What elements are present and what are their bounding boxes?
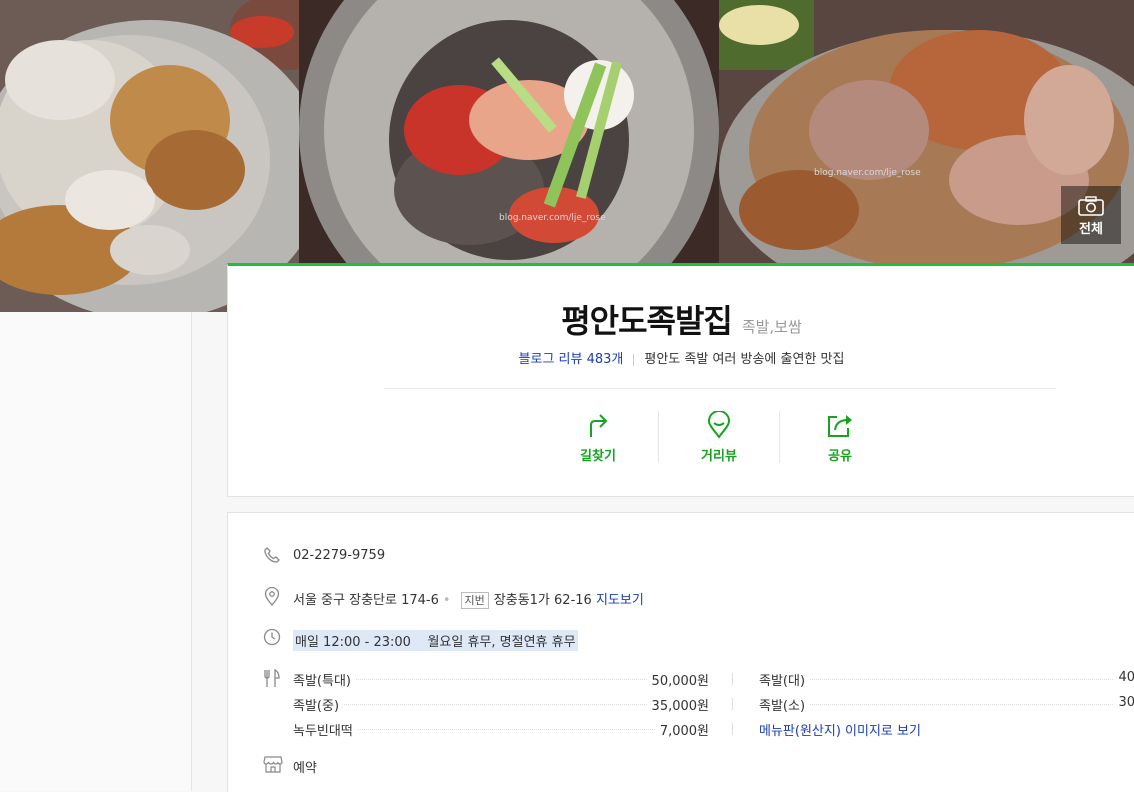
directions-label: 길찾기: [580, 449, 616, 464]
jibun-badge: 지번: [460, 592, 489, 609]
menu-item-price: 7,000원: [655, 720, 709, 739]
price-leader: [759, 704, 1134, 705]
menu-item-name: 족발(대): [759, 670, 810, 689]
dot-separator: •: [442, 593, 451, 608]
blog-review-link[interactable]: 블로그 리뷰 483개: [519, 352, 624, 367]
divider: [732, 673, 733, 685]
place-subtitle-row: 블로그 리뷰 483개 평안도 족발 여러 방송에 출연한 맛집: [228, 348, 1134, 367]
place-name: 평안도족발집: [561, 302, 733, 340]
clock-icon: [263, 628, 281, 646]
street-view-icon: [707, 411, 731, 439]
camera-icon: [1078, 196, 1104, 216]
photo-watermark: blog.naver.com/lje_rose: [814, 168, 921, 178]
blog-review-count: 483개: [586, 352, 624, 367]
location-pin-icon: [264, 587, 280, 607]
menu-item-name: 족발(중): [293, 695, 344, 714]
menu-item: 족발(소) 30: [759, 695, 1134, 714]
reservation-label[interactable]: 예약: [293, 757, 317, 776]
photo-watermark: blog.naver.com/lje_rose: [499, 213, 606, 223]
place-description: 평안도 족발 여러 방송에 출연한 맛집: [644, 352, 845, 367]
menu-utensils-icon: [264, 669, 280, 687]
photo-gallery: blog.naver.com/lje_rose blog.naver.com/l…: [0, 0, 1134, 312]
divider: [732, 698, 733, 710]
menu-image-link[interactable]: 메뉴판(원산지) 이미지로 보기: [759, 720, 925, 739]
menu-item: 족발(특대) 50,000원: [293, 670, 709, 689]
directions-button[interactable]: 길찾기: [538, 411, 658, 464]
divider: [732, 723, 733, 735]
menu-item: 족발(대) 40: [759, 670, 1134, 689]
place-info-card: 02-2279-9759 서울 중구 장충단로 174-6 • 지번 장충동1가 62…: [227, 512, 1134, 792]
street-view-button[interactable]: 거리뷰: [659, 411, 779, 464]
menu-item: 족발(중) 35,000원: [293, 695, 709, 714]
phone-icon: [264, 547, 280, 563]
menu-item-price: 30: [1114, 695, 1134, 710]
price-leader: [759, 679, 1134, 680]
all-photos-button[interactable]: 전체: [1061, 186, 1121, 244]
photo-naengmyeon[interactable]: blog.naver.com/lje_rose: [299, 0, 719, 265]
menu-item-price: 35,000원: [647, 695, 709, 714]
directions-icon: [590, 414, 608, 437]
divider: [633, 353, 635, 366]
blog-review-label: 블로그 리뷰: [518, 352, 583, 367]
jibun-address: 장충동1가 62-16: [493, 593, 592, 608]
menu-item-name: 녹두빈대떡: [293, 720, 357, 739]
all-photos-label: 전체: [1079, 222, 1103, 237]
business-hours: 매일 12:00 - 23:00 월요일 휴무, 명절연휴 휴무: [293, 630, 578, 651]
map-view-link[interactable]: 지도보기: [596, 593, 644, 608]
menu-item-name: 족발(특대): [293, 670, 355, 689]
menu-item-price: 40: [1114, 670, 1134, 685]
left-panel: [0, 312, 192, 791]
menu-image-link-wrap: 메뉴판(원산지) 이미지로 보기: [759, 720, 1134, 739]
place-summary-card: 평안도족발집 족발,보쌈 블로그 리뷰 483개 평안도 족발 여러 방송에 출연한…: [227, 263, 1134, 497]
share-button[interactable]: 공유: [780, 411, 900, 464]
phone-number[interactable]: 02-2279-9759: [293, 548, 385, 563]
street-view-label: 거리뷰: [701, 449, 737, 464]
place-title-row: 평안도족발집 족발,보쌈: [228, 296, 1134, 342]
menu-item-name: 족발(소): [759, 695, 810, 714]
divider: [384, 388, 1056, 389]
share-icon: [828, 415, 852, 437]
road-address: 서울 중구 장충단로 174-6: [293, 593, 439, 608]
share-label: 공유: [828, 449, 852, 464]
action-bar: 길찾기 거리뷰 공유: [538, 411, 852, 471]
menu-item: 녹두빈대떡 7,000원: [293, 720, 709, 739]
store-icon: [263, 756, 283, 773]
menu-item-price: 50,000원: [647, 670, 709, 689]
place-category: 족발,보쌈: [741, 318, 802, 336]
